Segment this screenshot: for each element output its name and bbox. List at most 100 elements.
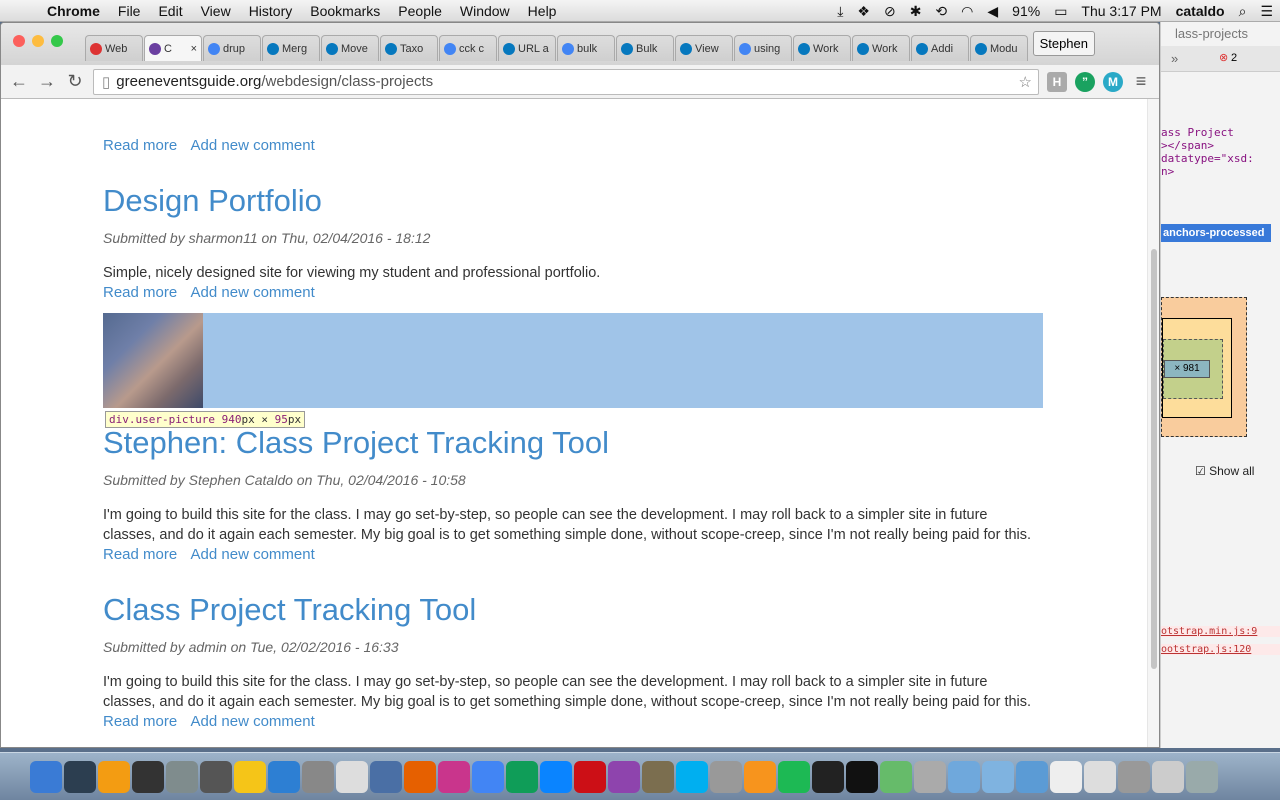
- finder-icon[interactable]: [30, 761, 62, 793]
- folder-icon[interactable]: [948, 761, 980, 793]
- add-comment-link[interactable]: Add new comment: [191, 284, 315, 301]
- more-panels-icon[interactable]: »: [1171, 51, 1178, 66]
- browser-tab[interactable]: URL a: [498, 35, 556, 61]
- itunes-icon[interactable]: [438, 761, 470, 793]
- console-source-link[interactable]: ootstrap.js:120: [1161, 644, 1280, 655]
- browser-tab[interactable]: Work: [852, 35, 910, 61]
- dropbox-icon[interactable]: ❖: [850, 3, 877, 20]
- menu-view[interactable]: View: [192, 3, 240, 19]
- avatar[interactable]: [103, 313, 203, 408]
- close-tab-icon[interactable]: ×: [191, 43, 197, 55]
- post-title[interactable]: Class Project Tracking Tool: [103, 592, 476, 628]
- server-icon[interactable]: [302, 761, 334, 793]
- menu-bookmarks[interactable]: Bookmarks: [301, 3, 389, 19]
- spotify-icon[interactable]: [778, 761, 810, 793]
- notes-icon[interactable]: [336, 761, 368, 793]
- menu-window[interactable]: Window: [451, 3, 519, 19]
- add-comment-link[interactable]: Add new comment: [191, 546, 315, 563]
- error-icon[interactable]: ⊗: [1219, 51, 1228, 64]
- applications-icon[interactable]: [1016, 761, 1048, 793]
- notification-icon[interactable]: ☰: [1253, 3, 1280, 20]
- dom-line[interactable]: ></span>: [1161, 139, 1254, 152]
- page-scrollbar[interactable]: [1147, 99, 1159, 747]
- ibooks-icon[interactable]: [744, 761, 776, 793]
- post-title[interactable]: Stephen: Class Project Tracking Tool: [103, 425, 609, 461]
- selected-dom-node[interactable]: anchors-processed: [1161, 224, 1271, 242]
- read-more-link[interactable]: Read more: [103, 713, 177, 730]
- error-count[interactable]: 2: [1231, 52, 1237, 64]
- browser-tab[interactable]: Merg: [262, 35, 320, 61]
- disk-util-icon[interactable]: [914, 761, 946, 793]
- trash-icon[interactable]: [1186, 761, 1218, 793]
- forward-button[interactable]: →: [37, 71, 57, 92]
- browser-tab[interactable]: Modu: [970, 35, 1028, 61]
- battery-icon[interactable]: ▭: [1047, 3, 1074, 20]
- clock[interactable]: Thu 3:17 PM: [1074, 3, 1168, 19]
- terminal-icon[interactable]: [846, 761, 878, 793]
- zoom-window-button[interactable]: [51, 35, 63, 47]
- add-comment-link[interactable]: Add new comment: [191, 137, 315, 154]
- atom-icon[interactable]: [880, 761, 912, 793]
- browser-tab[interactable]: cck c: [439, 35, 497, 61]
- time-machine-icon[interactable]: ⟲: [928, 3, 954, 20]
- opera-icon[interactable]: [574, 761, 606, 793]
- chrome-icon[interactable]: [472, 761, 504, 793]
- chrome-menu-icon[interactable]: ≡: [1131, 71, 1151, 92]
- dom-line[interactable]: ass Project: [1161, 126, 1254, 139]
- bluetooth-icon[interactable]: ✱: [903, 3, 929, 20]
- thunderbird-icon[interactable]: [540, 761, 572, 793]
- wunderlist-icon[interactable]: [234, 761, 266, 793]
- drive-icon[interactable]: [506, 761, 538, 793]
- calculator-icon[interactable]: [200, 761, 232, 793]
- browser-tab[interactable]: Addi: [911, 35, 969, 61]
- paint-icon[interactable]: [608, 761, 640, 793]
- browser-tab[interactable]: Web: [85, 35, 143, 61]
- preferences-icon[interactable]: [166, 761, 198, 793]
- firefox-icon[interactable]: [404, 761, 436, 793]
- browser-tab[interactable]: Taxo: [380, 35, 438, 61]
- menu-help[interactable]: Help: [519, 3, 566, 19]
- browser-tab[interactable]: drup: [203, 35, 261, 61]
- extension-m-icon[interactable]: M: [1103, 71, 1123, 92]
- downloads-icon[interactable]: [982, 761, 1014, 793]
- console-icon[interactable]: [132, 761, 164, 793]
- bookmark-star-icon[interactable]: ☆: [1019, 73, 1032, 91]
- menu-file[interactable]: File: [109, 3, 150, 19]
- dom-line[interactable]: n>: [1161, 165, 1254, 178]
- help-icon[interactable]: [710, 761, 742, 793]
- gimp-icon[interactable]: [642, 761, 674, 793]
- extension-h-icon[interactable]: H: [1047, 71, 1067, 92]
- browser-tab[interactable]: bulk: [557, 35, 615, 61]
- wifi-icon[interactable]: ◠: [954, 3, 980, 20]
- read-more-link[interactable]: Read more: [103, 546, 177, 563]
- browser-tab[interactable]: C ×: [144, 35, 202, 61]
- preview-icon[interactable]: [1152, 761, 1184, 793]
- dom-line[interactable]: datatype="xsd:: [1161, 152, 1254, 165]
- spotlight-icon[interactable]: ⌕: [1232, 3, 1254, 20]
- scrollbar-thumb[interactable]: [1151, 249, 1157, 669]
- browser-tab[interactable]: using: [734, 35, 792, 61]
- activity-monitor-icon[interactable]: [64, 761, 96, 793]
- user-name[interactable]: cataldo: [1169, 3, 1232, 19]
- browser-tab[interactable]: View: [675, 35, 733, 61]
- menu-history[interactable]: History: [240, 3, 302, 19]
- document-icon[interactable]: [1050, 761, 1082, 793]
- kindle-icon[interactable]: [812, 761, 844, 793]
- file-icon[interactable]: [1084, 761, 1116, 793]
- menu-edit[interactable]: Edit: [149, 3, 191, 19]
- menu-people[interactable]: People: [389, 3, 451, 19]
- extension-hangouts-icon[interactable]: ”: [1075, 71, 1095, 92]
- post-title[interactable]: Design Portfolio: [103, 183, 322, 219]
- close-window-button[interactable]: [13, 35, 25, 47]
- add-comment-link[interactable]: Add new comment: [191, 713, 315, 730]
- disk-icon[interactable]: [370, 761, 402, 793]
- volume-icon[interactable]: ◀: [980, 3, 1005, 20]
- app-store-icon[interactable]: [268, 761, 300, 793]
- photo-icon[interactable]: [98, 761, 130, 793]
- sync-icon[interactable]: ⊘: [877, 3, 903, 20]
- address-bar[interactable]: ▯ greeneventsguide.org /webdesign/class-…: [93, 68, 1039, 95]
- read-more-link[interactable]: Read more: [103, 284, 177, 301]
- browser-tab[interactable]: Bulk: [616, 35, 674, 61]
- back-button[interactable]: ←: [9, 71, 29, 92]
- help-icon[interactable]: [1118, 761, 1150, 793]
